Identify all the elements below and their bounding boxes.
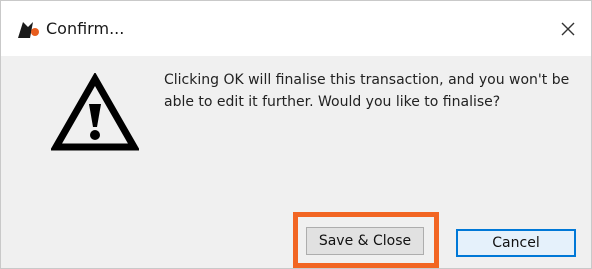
dialog-message: Clicking OK will finalise this transacti… xyxy=(164,72,570,110)
app-logo-icon xyxy=(16,18,40,40)
confirm-dialog: Confirm... Clicking OK will finalise thi… xyxy=(0,0,592,269)
window-title: Confirm... xyxy=(46,19,125,38)
close-button[interactable] xyxy=(545,1,591,56)
cancel-button[interactable]: Cancel xyxy=(456,229,576,257)
save-close-button[interactable]: Save & Close xyxy=(306,227,424,255)
close-icon xyxy=(561,22,575,36)
warning-icon xyxy=(49,71,141,153)
title-bar: Confirm... xyxy=(1,1,591,56)
